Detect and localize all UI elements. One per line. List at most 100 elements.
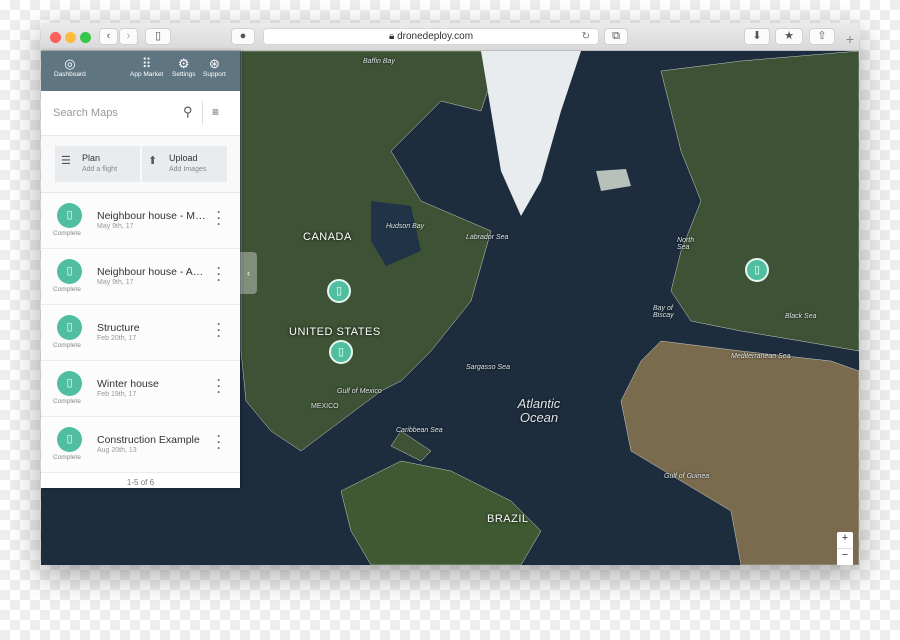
- map-label: Sargasso Sea: [466, 364, 510, 371]
- filter-icon[interactable]: ≡: [212, 105, 219, 119]
- plan-button[interactable]: ☰ Plan Add a flight: [55, 146, 140, 182]
- map-icon: ▯: [57, 427, 82, 452]
- list-item[interactable]: ▯ Complete Neighbour house - Apr... May 9th…: [41, 249, 240, 305]
- status-label: Complete: [53, 342, 81, 349]
- status-label: Complete: [53, 230, 81, 237]
- url-text: dronedeploy.com: [397, 31, 474, 42]
- search-bar: Search Maps ⚲ ≡: [41, 91, 240, 136]
- list-item[interactable]: ▯ Complete Winter house Feb 19th, 17 · · ·: [41, 361, 240, 417]
- divider: [202, 101, 203, 125]
- bookmark-icon[interactable]: ★: [775, 28, 803, 45]
- close-button[interactable]: [50, 32, 61, 43]
- status-label: Complete: [53, 454, 81, 461]
- map-label: Hudson Bay: [386, 223, 425, 230]
- upload-icon: ⬆: [148, 155, 158, 167]
- browser-window: ‹ › ▯ ● 🔒︎ dronedeploy.com ↻ ⧉ ⬇ ★ ⇧ + Ba…: [41, 23, 859, 565]
- lifebuoy-icon: ⊛: [208, 56, 220, 71]
- actions: ☰ Plan Add a flight ⬆ Upload Add Images: [41, 136, 240, 193]
- nav-label: Settings: [172, 71, 196, 78]
- upload-button[interactable]: ⬆ Upload Add Images: [142, 146, 227, 182]
- zoom-controls: + −: [837, 532, 853, 565]
- map-label: UNITED STATES: [289, 326, 381, 338]
- nav-settings[interactable]: ⚙ Settings: [172, 56, 196, 78]
- map-marker[interactable]: ▯: [329, 340, 353, 364]
- status-label: Complete: [53, 398, 81, 405]
- nav-label: App Market: [130, 71, 164, 78]
- search-input[interactable]: Search Maps: [53, 107, 118, 119]
- gear-icon: ⚙: [177, 56, 190, 71]
- map-date: Aug 20th, 13: [97, 447, 137, 454]
- map-label: Atlantic Ocean: [517, 396, 561, 425]
- more-options-icon[interactable]: · · ·: [215, 262, 223, 286]
- more-options-icon[interactable]: · · ·: [215, 318, 223, 342]
- more-options-icon[interactable]: · · ·: [215, 430, 223, 454]
- forward-button[interactable]: ›: [119, 28, 138, 45]
- map-name: Neighbour house - Ma...: [97, 210, 209, 222]
- map-date: May 9th, 17: [97, 223, 134, 230]
- map-label: Mediterranean Sea: [731, 353, 791, 360]
- sidebar-toggle-icon[interactable]: ▯: [145, 28, 171, 45]
- nav-label: Support: [203, 71, 226, 78]
- lock-icon: 🔒︎: [388, 31, 398, 42]
- action-subtitle: Add Images: [169, 166, 207, 173]
- map-date: May 9th, 17: [97, 279, 134, 286]
- map-date: Feb 19th, 17: [97, 391, 137, 398]
- zoom-out-button[interactable]: −: [837, 549, 853, 561]
- map-label: BRAZIL: [487, 513, 529, 525]
- share-icon[interactable]: ⇧: [809, 28, 835, 45]
- map-name: Construction Example: [97, 434, 200, 446]
- map-icon: ▯: [57, 259, 82, 284]
- map-label: Black Sea: [785, 313, 817, 320]
- app-header: ◎ Dashboard ⠿ App Market ⚙ Settings ⊛ Suppor…: [41, 51, 240, 91]
- list-item[interactable]: ▯ Complete Construction Example Aug 20th, 1…: [41, 417, 240, 473]
- map-date: Feb 20th, 17: [97, 335, 137, 342]
- map-marker[interactable]: ▯: [327, 279, 351, 303]
- download-icon[interactable]: ⬇: [744, 28, 770, 45]
- maximize-button[interactable]: [80, 32, 91, 43]
- map-label: Bay of Biscay: [653, 305, 674, 319]
- map-label: Gulf of Guinea: [664, 473, 710, 480]
- map-label: CANADA: [303, 231, 352, 243]
- new-tab-button[interactable]: +: [841, 31, 859, 51]
- list-icon: ☰: [61, 155, 71, 167]
- minimize-button[interactable]: [65, 32, 76, 43]
- zoom-in-button[interactable]: +: [837, 532, 853, 549]
- more-options-icon[interactable]: · · ·: [215, 206, 223, 230]
- action-subtitle: Add a flight: [82, 166, 118, 173]
- action-title: Plan: [82, 153, 101, 163]
- reload-icon[interactable]: ↻: [582, 29, 590, 45]
- list-item[interactable]: ▯ Complete Structure Feb 20th, 17 · · ·: [41, 305, 240, 361]
- address-bar[interactable]: 🔒︎ dronedeploy.com ↻: [263, 28, 599, 45]
- nav-dashboard[interactable]: ◎ Dashboard: [54, 56, 86, 78]
- map-label: North Sea: [677, 237, 695, 251]
- map-icon: ▯: [57, 315, 82, 340]
- status-label: Complete: [53, 286, 81, 293]
- map-icon: ▯: [57, 203, 82, 228]
- search-icon[interactable]: ⚲: [183, 104, 193, 120]
- back-button[interactable]: ‹: [99, 28, 118, 45]
- map-icon: ▯: [57, 371, 82, 396]
- grid-icon: ⠿: [141, 56, 152, 71]
- list-item[interactable]: ▯ Complete Neighbour house - Ma... May 9th,…: [41, 193, 240, 249]
- tabs-icon[interactable]: ⧉: [604, 28, 628, 45]
- map-list: ▯ Complete Neighbour house - Ma... May 9th,…: [41, 193, 240, 473]
- extension-icon[interactable]: ●: [231, 28, 255, 45]
- map-label: Caribbean Sea: [396, 427, 443, 434]
- map-label: MEXICO: [311, 403, 339, 410]
- map-label: Labrador Sea: [466, 234, 509, 241]
- map-label: Gulf of Mexico: [337, 388, 382, 395]
- action-title: Upload: [169, 153, 198, 163]
- collapse-sidebar-button[interactable]: ‹: [240, 252, 257, 294]
- nav-label: Dashboard: [54, 71, 86, 78]
- more-options-icon[interactable]: · · ·: [215, 374, 223, 398]
- pagination: 1-5 of 6: [126, 478, 155, 487]
- map-label: Baffin Bay: [363, 58, 395, 65]
- map-marker[interactable]: ▯: [745, 258, 769, 282]
- dashboard-icon: ◎: [64, 56, 76, 71]
- nav-app-market[interactable]: ⠿ App Market: [130, 56, 163, 78]
- nav-support[interactable]: ⊛ Support: [203, 56, 226, 78]
- map-name: Neighbour house - Apr...: [97, 266, 209, 278]
- map-name: Winter house: [97, 378, 159, 390]
- sidebar: ◎ Dashboard ⠿ App Market ⚙ Settings ⊛ Suppor…: [41, 51, 240, 488]
- map-name: Structure: [97, 322, 140, 334]
